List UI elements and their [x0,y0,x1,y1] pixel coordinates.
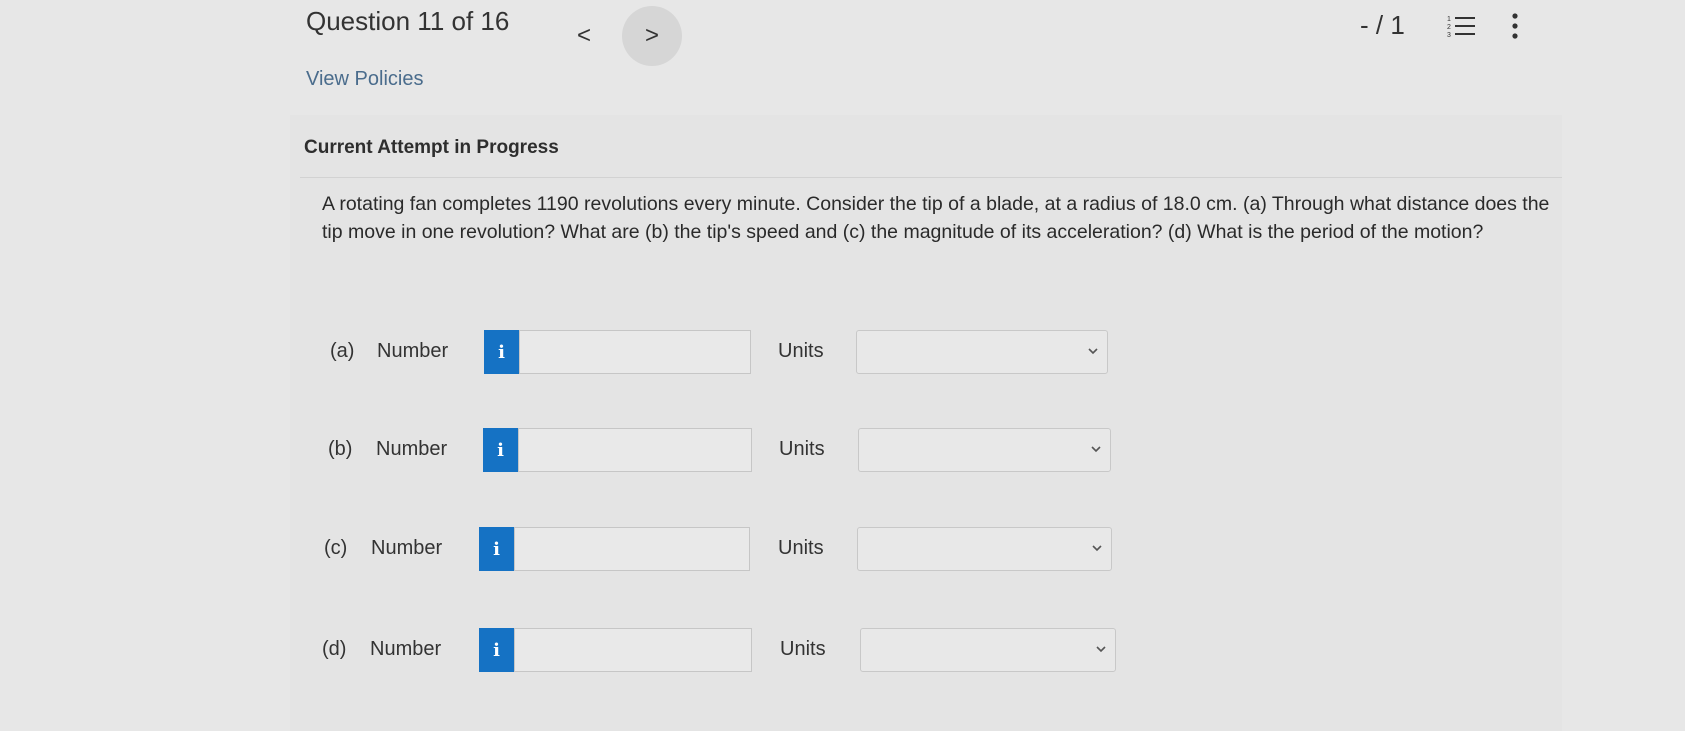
units-label: Units [779,438,825,460]
next-question-button[interactable]: > [622,6,682,66]
list-icon[interactable]: 1 2 3 [1447,14,1475,38]
number-label: Number [376,438,448,460]
number-input-b[interactable] [518,428,752,472]
chevron-right-icon: > [644,22,659,49]
part-letter: (c) [324,537,348,559]
part-letter: (d) [322,638,347,660]
score-display: - / 1 [1360,10,1405,40]
units-label: Units [778,340,824,362]
number-label: Number [371,537,443,559]
top-bar: Question 11 of 16 < > - / 1 1 2 3 [0,0,1685,66]
part-letter: (b) [328,438,353,460]
chevron-down-icon [1092,545,1102,552]
svg-text:3: 3 [1447,32,1451,38]
attempt-status-label: Current Attempt in Progress [304,137,559,158]
units-dropdown-b[interactable] [858,428,1111,472]
divider [300,177,1562,178]
number-input-d[interactable] [514,628,752,672]
part-letter: (a) [330,340,355,362]
units-label: Units [780,638,826,660]
svg-text:2: 2 [1447,24,1451,31]
answer-row-b: (b) Number i Units [0,428,1685,472]
previous-question-button[interactable]: < [554,6,614,66]
number-input-c[interactable] [514,527,750,571]
chevron-down-icon [1091,446,1101,453]
info-icon[interactable]: i [479,628,514,672]
units-dropdown-a[interactable] [856,330,1108,374]
chevron-down-icon [1088,348,1098,355]
info-icon[interactable]: i [484,330,519,374]
number-label: Number [370,638,442,660]
units-label: Units [778,537,824,559]
question-text: A rotating fan completes 1190 revolution… [322,193,1550,243]
info-icon[interactable]: i [479,527,514,571]
number-input-a[interactable] [519,330,751,374]
view-policies-link[interactable]: View Policies [306,68,423,91]
svg-text:1: 1 [1447,16,1451,23]
chevron-left-icon: < [576,22,591,49]
units-dropdown-c[interactable] [857,527,1112,571]
question-title: Question 11 of 16 [306,6,510,36]
answer-row-a: (a) Number i Units [0,330,1685,374]
number-label: Number [377,340,449,362]
info-icon[interactable]: i [483,428,518,472]
units-dropdown-d[interactable] [860,628,1116,672]
chevron-down-icon [1096,646,1106,653]
answer-row-d: (d) Number i Units [0,628,1685,672]
more-vertical-icon[interactable] [1510,12,1520,40]
answer-row-c: (c) Number i Units [0,527,1685,571]
